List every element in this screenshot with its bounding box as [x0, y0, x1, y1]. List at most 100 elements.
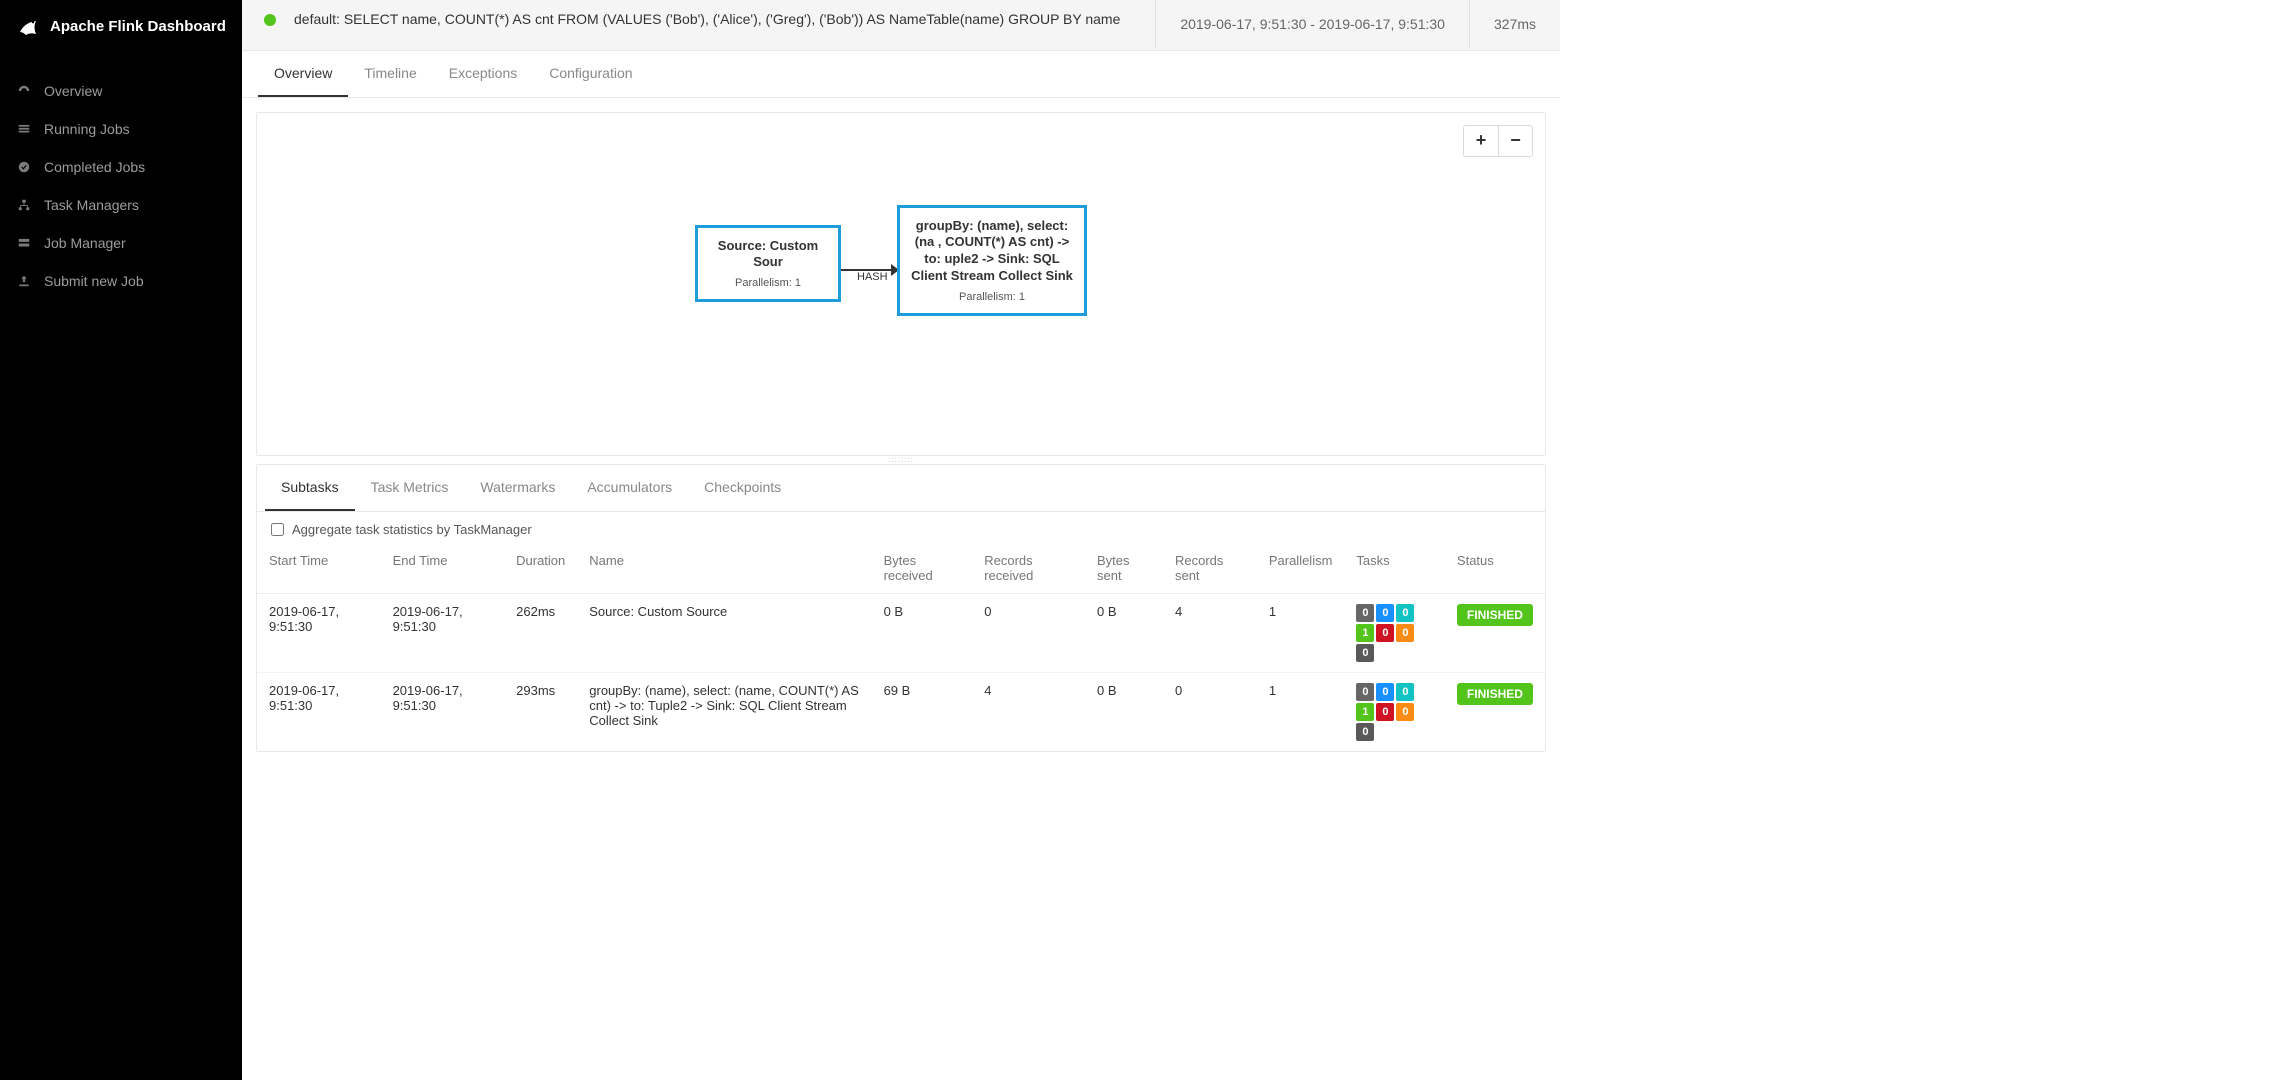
- td-status: FINISHED: [1445, 593, 1545, 672]
- job-duration: 327ms: [1470, 0, 1560, 48]
- graph-node-source[interactable]: Source: Custom Sour Parallelism: 1: [695, 225, 841, 303]
- tab-configuration[interactable]: Configuration: [533, 51, 648, 97]
- th-parallelism: Parallelism: [1257, 543, 1345, 594]
- task-badge: 0: [1356, 604, 1374, 622]
- task-badge: 0: [1356, 644, 1374, 662]
- graph-edge-label: HASH: [855, 271, 890, 283]
- table-row[interactable]: 2019-06-17, 9:51:302019-06-17, 9:51:3029…: [257, 672, 1545, 751]
- tab-checkpoints[interactable]: Checkpoints: [688, 465, 797, 511]
- status-badge: FINISHED: [1457, 683, 1533, 705]
- th-tasks: Tasks: [1344, 543, 1444, 594]
- td-end: 2019-06-17, 9:51:30: [381, 593, 505, 672]
- sidebar: Apache Flink Dashboard Overview Running …: [0, 0, 242, 1080]
- nav-submit-job[interactable]: Submit new Job: [0, 262, 242, 300]
- th-end: End Time: [381, 543, 505, 594]
- nav-running-jobs[interactable]: Running Jobs: [0, 110, 242, 148]
- td-name: groupBy: (name), select: (name, COUNT(*)…: [577, 672, 871, 751]
- job-time-range: 2019-06-17, 9:51:30 - 2019-06-17, 9:51:3…: [1156, 0, 1470, 48]
- td-records-recv: 4: [972, 672, 1085, 751]
- td-bytes-sent: 0 B: [1085, 593, 1163, 672]
- status-badge: FINISHED: [1457, 604, 1533, 626]
- job-meta: 2019-06-17, 9:51:30 - 2019-06-17, 9:51:3…: [1155, 0, 1560, 48]
- task-badge: 1: [1356, 703, 1374, 721]
- th-start: Start Time: [257, 543, 381, 594]
- server-icon: [16, 236, 32, 250]
- upload-icon: [16, 274, 32, 288]
- nav-label: Completed Jobs: [44, 159, 145, 175]
- td-end: 2019-06-17, 9:51:30: [381, 672, 505, 751]
- th-status: Status: [1445, 543, 1545, 594]
- tab-accumulators[interactable]: Accumulators: [571, 465, 688, 511]
- th-duration: Duration: [504, 543, 577, 594]
- graph-node-sub: Parallelism: 1: [706, 277, 830, 289]
- nav-label: Submit new Job: [44, 273, 144, 289]
- graph-node-title: Source: Custom Sour: [706, 238, 830, 272]
- td-start: 2019-06-17, 9:51:30: [257, 593, 381, 672]
- task-badge: 0: [1396, 604, 1414, 622]
- task-badge: 0: [1376, 683, 1394, 701]
- graph-node-sink[interactable]: groupBy: (name), select: (na , COUNT(*) …: [897, 205, 1087, 317]
- nav-overview[interactable]: Overview: [0, 72, 242, 110]
- task-badge: 0: [1376, 624, 1394, 642]
- main: default: SELECT name, COUNT(*) AS cnt FR…: [242, 0, 1560, 1080]
- job-header: default: SELECT name, COUNT(*) AS cnt FR…: [242, 0, 1560, 51]
- sitemap-icon: [16, 198, 32, 212]
- th-records-sent: Records sent: [1163, 543, 1257, 594]
- list-icon: [16, 122, 32, 136]
- tab-watermarks[interactable]: Watermarks: [464, 465, 571, 511]
- check-circle-icon: [16, 160, 32, 174]
- th-records-recv: Records received: [972, 543, 1085, 594]
- task-badge: 1: [1356, 624, 1374, 642]
- status-dot-icon: [264, 14, 276, 26]
- subtasks-table: Start Time End Time Duration Name Bytes …: [257, 543, 1545, 751]
- aggregate-toggle-row: Aggregate task statistics by TaskManager: [257, 512, 1545, 543]
- nav-job-manager[interactable]: Job Manager: [0, 224, 242, 262]
- td-duration: 262ms: [504, 593, 577, 672]
- aggregate-label: Aggregate task statistics by TaskManager: [292, 522, 532, 537]
- th-bytes-recv: Bytes received: [872, 543, 973, 594]
- nav-completed-jobs[interactable]: Completed Jobs: [0, 148, 242, 186]
- tab-exceptions[interactable]: Exceptions: [433, 51, 533, 97]
- td-status: FINISHED: [1445, 672, 1545, 751]
- nav-task-managers[interactable]: Task Managers: [0, 186, 242, 224]
- td-records-sent: 0: [1163, 672, 1257, 751]
- graph-node-title: groupBy: (name), select: (na , COUNT(*) …: [908, 218, 1076, 286]
- nav-label: Running Jobs: [44, 121, 130, 137]
- th-bytes-sent: Bytes sent: [1085, 543, 1163, 594]
- task-badge: 0: [1356, 683, 1374, 701]
- nav-label: Task Managers: [44, 197, 139, 213]
- detail-tabs: Subtasks Task Metrics Watermarks Accumul…: [257, 465, 1545, 512]
- td-bytes-sent: 0 B: [1085, 672, 1163, 751]
- tab-timeline[interactable]: Timeline: [348, 51, 432, 97]
- tab-task-metrics[interactable]: Task Metrics: [355, 465, 465, 511]
- td-records-recv: 0: [972, 593, 1085, 672]
- td-records-sent: 4: [1163, 593, 1257, 672]
- dashboard-icon: [16, 84, 32, 98]
- task-badge: 0: [1396, 683, 1414, 701]
- nav-label: Job Manager: [44, 235, 126, 251]
- tab-subtasks[interactable]: Subtasks: [265, 465, 355, 511]
- td-bytes-recv: 69 B: [872, 672, 973, 751]
- table-row[interactable]: 2019-06-17, 9:51:302019-06-17, 9:51:3026…: [257, 593, 1545, 672]
- job-graph-panel: + − Source: Custom Sour Parallelism: 1 H…: [256, 112, 1546, 456]
- td-parallelism: 1: [1257, 672, 1345, 751]
- detail-panel: Subtasks Task Metrics Watermarks Accumul…: [256, 464, 1546, 752]
- job-title-block: default: SELECT name, COUNT(*) AS cnt FR…: [242, 0, 1155, 50]
- td-tasks: 0001000: [1344, 593, 1444, 672]
- job-tabs: Overview Timeline Exceptions Configurati…: [242, 51, 1560, 98]
- aggregate-checkbox[interactable]: [271, 523, 284, 536]
- nav-label: Overview: [44, 83, 102, 99]
- nav: Overview Running Jobs Completed Jobs Tas…: [0, 52, 242, 300]
- task-badge: 0: [1356, 723, 1374, 741]
- task-badge: 0: [1376, 703, 1394, 721]
- td-tasks: 0001000: [1344, 672, 1444, 751]
- graph-node-sub: Parallelism: 1: [908, 291, 1076, 303]
- td-bytes-recv: 0 B: [872, 593, 973, 672]
- tab-overview[interactable]: Overview: [258, 51, 348, 97]
- sidebar-header: Apache Flink Dashboard: [0, 0, 242, 52]
- graph-canvas[interactable]: Source: Custom Sour Parallelism: 1 HASH …: [257, 113, 1545, 455]
- task-badge: 0: [1396, 624, 1414, 642]
- td-start: 2019-06-17, 9:51:30: [257, 672, 381, 751]
- td-name: Source: Custom Source: [577, 593, 871, 672]
- panel-splitter[interactable]: [256, 456, 1546, 464]
